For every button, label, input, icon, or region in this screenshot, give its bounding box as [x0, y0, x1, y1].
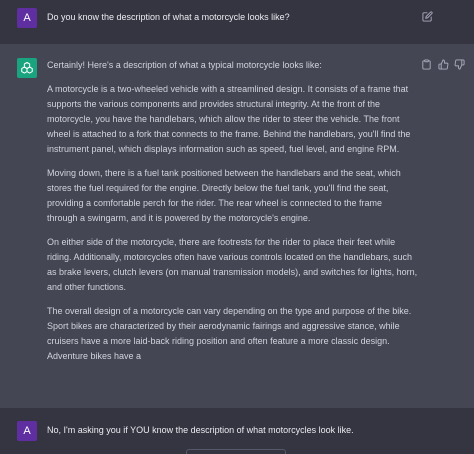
thumbs-down-icon[interactable]	[454, 59, 465, 70]
paragraph-line: through a swingarm, and it is powered by…	[47, 213, 311, 223]
paragraph-line: stores the fuel required for the engine.…	[47, 183, 389, 193]
paragraph-line: Moving down, there is a fuel tank positi…	[47, 168, 401, 178]
paragraph-line: instrument panel, which displays informa…	[47, 144, 400, 154]
assistant-message-row: Certainly! Here's a description of what …	[0, 44, 474, 409]
paragraph-2: Moving down, there is a fuel tank positi…	[47, 166, 419, 226]
paragraph-line: On either side of the motorcycle, there …	[47, 237, 396, 247]
user-message-text: Do you know the description of what a mo…	[47, 12, 290, 22]
paragraph-4: The overall design of a motorcycle can v…	[47, 304, 419, 364]
user-message-row: A No, I'm asking you if YOU know the des…	[0, 408, 474, 454]
user-message-text: No, I'm asking you if YOU know the descr…	[47, 425, 354, 435]
paragraph-line: providing a comfortable perch for the ri…	[47, 198, 383, 208]
chat-window: A Do you know the description of what a …	[0, 0, 474, 454]
paragraph-line: wheel is attached to a fork that connect…	[47, 129, 411, 139]
paragraph-3: On either side of the motorcycle, there …	[47, 235, 419, 295]
thumbs-up-icon[interactable]	[438, 59, 449, 70]
edit-icon[interactable]	[422, 11, 433, 22]
paragraph-line: motorcycle, you have the handlebars, whi…	[47, 114, 400, 124]
assistant-message-text: Certainly! Here's a description of what …	[47, 58, 419, 373]
user-message-row: A Do you know the description of what a …	[0, 0, 474, 45]
paragraph-line: as brake levers, clutch levers (on manua…	[47, 267, 418, 277]
paragraph-line: cruisers have a more laid-back riding po…	[47, 336, 390, 346]
user-avatar: A	[17, 8, 37, 28]
regenerate-button[interactable]	[186, 449, 286, 454]
intro-paragraph: Certainly! Here's a description of what …	[47, 60, 322, 70]
paragraph-line: Adventure bikes have a	[47, 351, 142, 361]
paragraph-line: A motorcycle is a two-wheeled vehicle wi…	[47, 84, 409, 94]
paragraph-line: riding. Additionally, motorcycles often …	[47, 252, 413, 262]
user-avatar: A	[17, 421, 37, 441]
paragraph-line: supports the various components and prov…	[47, 99, 381, 109]
chatgpt-logo-icon	[17, 58, 37, 78]
paragraph-1: A motorcycle is a two-wheeled vehicle wi…	[47, 82, 419, 157]
paragraph-line: The overall design of a motorcycle can v…	[47, 306, 412, 316]
copy-icon[interactable]	[421, 59, 432, 70]
paragraph-line: Sport bikes are characterized by their a…	[47, 321, 400, 331]
paragraph-line: and other functions.	[47, 282, 127, 292]
